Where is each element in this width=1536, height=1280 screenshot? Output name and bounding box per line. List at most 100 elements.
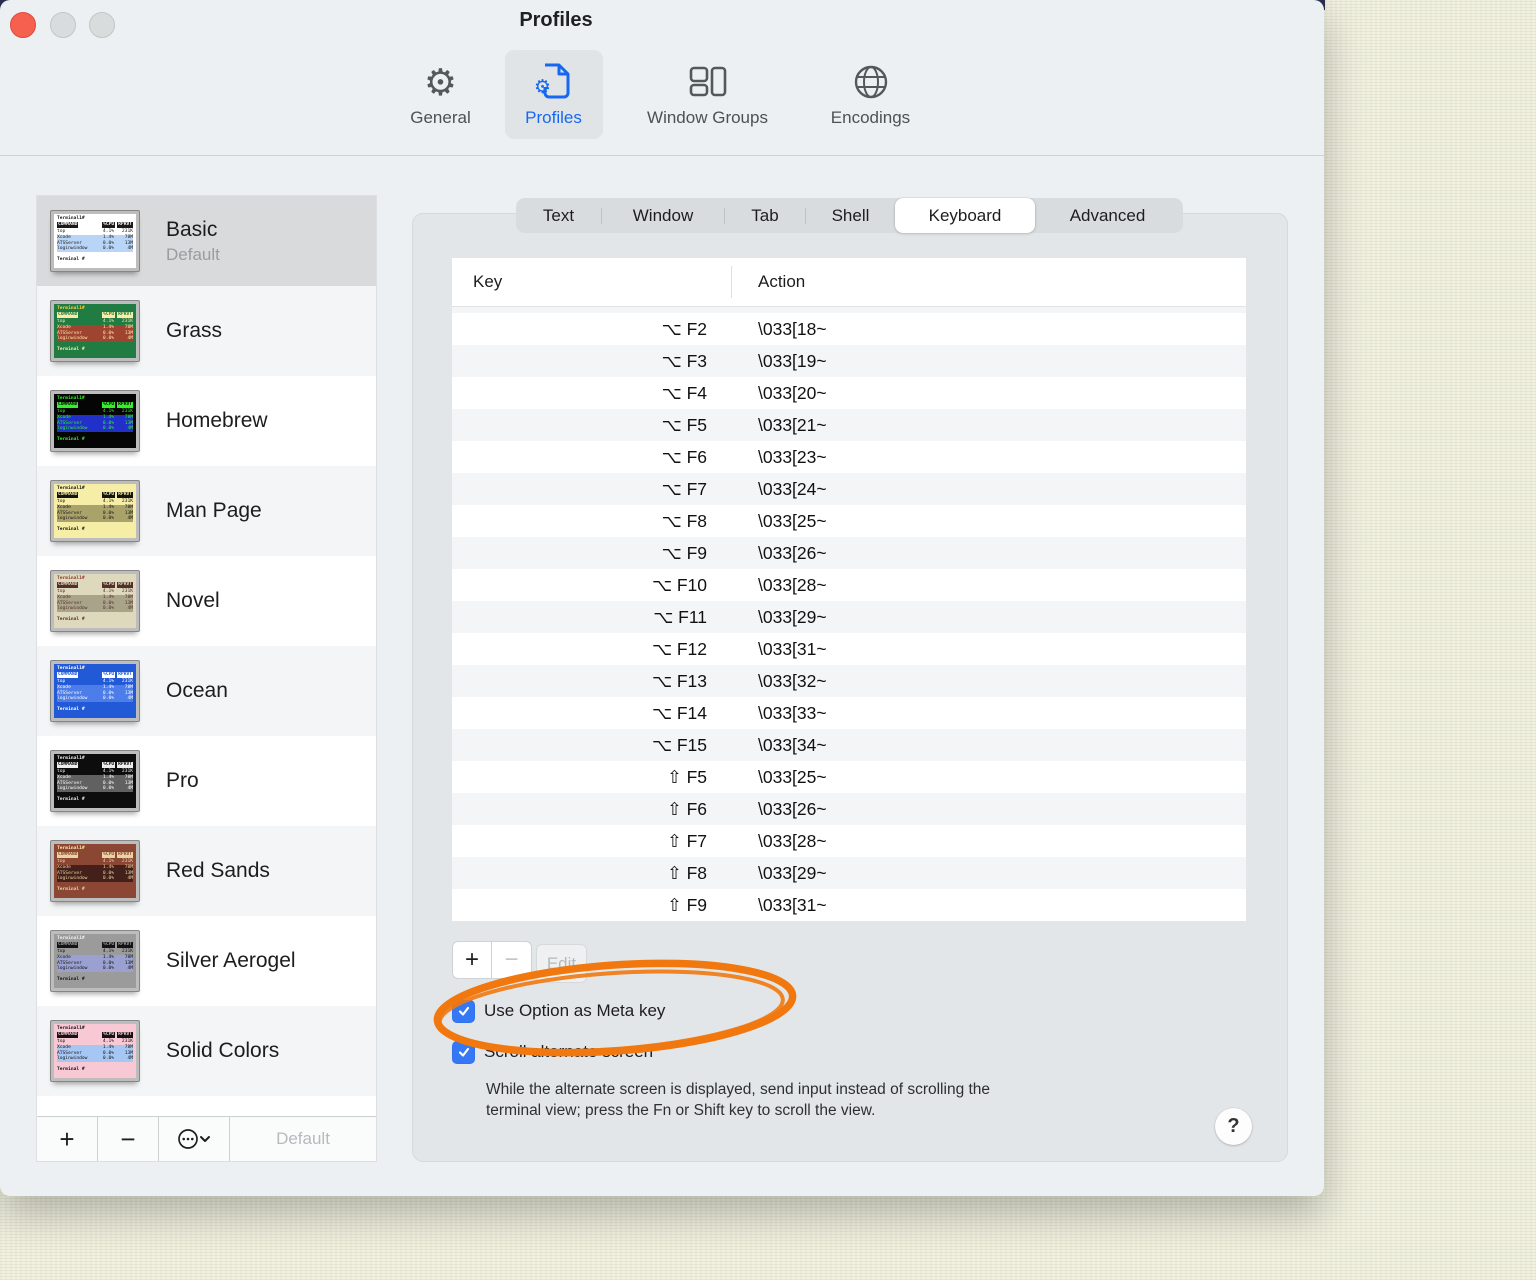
profile-list: Terminal1# COMMAND %CPU RPRVT top 4.1% 231K X… xyxy=(37,196,376,1117)
key-mapping-row[interactable]: ⌥ F2 \033[18~ xyxy=(452,313,1246,345)
key-mapping-row[interactable]: ⌥ F8 \033[25~ xyxy=(452,505,1246,537)
thumb-footer: Terminal # xyxy=(57,887,85,893)
profile-thumbnail: Terminal1# COMMAND %CPU RPRVT top 4.1% 231K X… xyxy=(50,390,140,452)
thumb-header: COMMAND %CPU RPRVT xyxy=(57,581,133,588)
key-cell: ⇧ F9 xyxy=(667,894,707,915)
action-cell: \033[23~ xyxy=(758,446,827,467)
action-cell: \033[24~ xyxy=(758,478,827,499)
key-mapping-row[interactable]: ⌥ F5 \033[21~ xyxy=(452,409,1246,441)
profile-list-item[interactable]: Terminal1# COMMAND %CPU RPRVT top 4.1% 231K X… xyxy=(37,826,376,916)
scroll-alternate-screen-row: Scroll alternate screen xyxy=(452,1040,653,1064)
action-cell: \033[21~ xyxy=(758,414,827,435)
key-cell: ⌥ F5 xyxy=(661,414,707,435)
profile-name: Ocean xyxy=(166,679,228,702)
key-mapping-row[interactable]: ⇧ F9 \033[31~ xyxy=(452,889,1246,921)
toolbar-item-window-groups[interactable]: Window Groups xyxy=(622,50,794,139)
profile-text: Solid Colors xyxy=(166,1039,279,1063)
profile-list-item[interactable]: Terminal1# COMMAND %CPU RPRVT top 4.1% 231K X… xyxy=(37,556,376,646)
key-cell: ⌥ F4 xyxy=(661,382,707,403)
profile-list-item[interactable]: Terminal1# COMMAND %CPU RPRVT top 4.1% 231K X… xyxy=(37,466,376,556)
profile-text: Novel xyxy=(166,589,220,613)
tab-shell[interactable]: Shell xyxy=(806,198,895,233)
key-mapping-row[interactable]: ⇧ F8 \033[29~ xyxy=(452,857,1246,889)
thumb-footer: Terminal # xyxy=(57,977,85,983)
key-mapping-row[interactable]: ⌥ F11 \033[29~ xyxy=(452,601,1246,633)
key-mapping-row[interactable]: ⌥ F7 \033[24~ xyxy=(452,473,1246,505)
tab-keyboard[interactable]: Keyboard xyxy=(895,198,1035,233)
toolbar-item-profiles[interactable]: ⚙ Profiles xyxy=(504,50,603,139)
checkmark-icon xyxy=(458,1047,469,1057)
remove-key-button[interactable]: − xyxy=(492,941,532,979)
tab-tab[interactable]: Tab xyxy=(725,198,805,233)
profile-list-item[interactable]: Terminal1# COMMAND %CPU RPRVT top 4.1% 231K X… xyxy=(37,646,376,736)
key-mapping-row[interactable]: ⌥ F15 \033[34~ xyxy=(452,729,1246,761)
profile-name: Silver Aerogel xyxy=(166,949,296,972)
action-cell: \033[19~ xyxy=(758,350,827,371)
key-cell: ⇧ F8 xyxy=(667,862,707,883)
key-cell: ⌥ F14 xyxy=(651,702,707,723)
key-mapping-table[interactable]: Key Action ⌥ F2 \033[18~ ⌥ F3 \033[19~ ⌥… xyxy=(452,258,1246,921)
profile-list-item[interactable]: Terminal1# COMMAND %CPU RPRVT top 4.1% 231K X… xyxy=(37,196,376,286)
set-default-button[interactable]: Default xyxy=(230,1117,376,1161)
column-divider[interactable] xyxy=(731,266,732,298)
profile-thumbnail: Terminal1# COMMAND %CPU RPRVT top 4.1% 231K X… xyxy=(50,1020,140,1082)
key-mapping-row[interactable]: ⌥ F12 \033[31~ xyxy=(452,633,1246,665)
help-button[interactable]: ? xyxy=(1215,1108,1252,1145)
add-key-button[interactable]: + xyxy=(452,941,492,979)
key-cell: ⌥ F6 xyxy=(661,446,707,467)
key-cell: ⇧ F7 xyxy=(667,830,707,851)
profile-list-item[interactable]: Terminal1# COMMAND %CPU RPRVT top 4.1% 231K X… xyxy=(37,736,376,826)
edit-key-button[interactable]: Edit xyxy=(536,944,587,983)
key-mapping-row[interactable]: ⌥ F10 \033[28~ xyxy=(452,569,1246,601)
action-cell: \033[25~ xyxy=(758,766,827,787)
profile-subtitle: Default xyxy=(166,244,220,264)
thumb-header: COMMAND %CPU RPRVT xyxy=(57,671,133,678)
alternate-screen-help-text: While the alternate screen is displayed,… xyxy=(486,1079,1166,1121)
help-text-line: While the alternate screen is displayed,… xyxy=(486,1081,991,1098)
thumb-header: COMMAND %CPU RPRVT xyxy=(57,221,133,228)
key-mapping-row[interactable]: ⌥ F14 \033[33~ xyxy=(452,697,1246,729)
key-mapping-row[interactable]: ⌥ F9 \033[26~ xyxy=(452,537,1246,569)
key-mapping-row[interactable]: ⌥ F13 \033[32~ xyxy=(452,665,1246,697)
action-cell: \033[26~ xyxy=(758,542,827,563)
profile-name: Pro xyxy=(166,769,199,792)
key-cell: ⌥ F13 xyxy=(651,670,707,691)
use-option-as-meta-key-checkbox[interactable] xyxy=(452,999,475,1023)
key-mapping-row[interactable]: ⇧ F5 \033[25~ xyxy=(452,761,1246,793)
key-mapping-row[interactable]: ⌥ F6 \033[23~ xyxy=(452,441,1246,473)
thumb-footer: Terminal # xyxy=(57,347,85,353)
profile-actions-menu-button[interactable] xyxy=(159,1117,230,1161)
titlebar[interactable]: Profiles xyxy=(0,0,1324,48)
thumb-header: COMMAND %CPU RPRVT xyxy=(57,401,133,408)
profile-tabbar: Text Window Tab Shell Keyboard Advanced xyxy=(516,198,1183,233)
key-mapping-row[interactable]: ⌥ F4 \033[20~ xyxy=(452,377,1246,409)
tab-advanced[interactable]: Advanced xyxy=(1035,198,1180,233)
profile-text: Pro xyxy=(166,769,199,793)
profile-text: Silver Aerogel xyxy=(166,949,296,973)
checkmark-icon xyxy=(458,1006,469,1016)
thumb-footer: Terminal # xyxy=(57,797,85,803)
remove-profile-button[interactable]: − xyxy=(98,1117,159,1161)
profile-document-icon: ⚙ xyxy=(533,57,575,107)
action-cell: \033[29~ xyxy=(758,606,827,627)
thumb-footer: Terminal # xyxy=(57,1067,85,1073)
key-cell: ⌥ F15 xyxy=(651,734,707,755)
profile-list-item[interactable]: Terminal1# COMMAND %CPU RPRVT top 4.1% 231K X… xyxy=(37,286,376,376)
key-cell: ⌥ F8 xyxy=(661,510,707,531)
profile-list-item[interactable]: Terminal1# COMMAND %CPU RPRVT top 4.1% 231K X… xyxy=(37,916,376,1006)
key-mapping-row[interactable]: ⇧ F7 \033[28~ xyxy=(452,825,1246,857)
key-mapping-row[interactable]: ⇧ F6 \033[26~ xyxy=(452,793,1246,825)
add-profile-button[interactable]: + xyxy=(37,1117,98,1161)
tab-text[interactable]: Text xyxy=(516,198,601,233)
toolbar-item-general[interactable]: ⚙ General xyxy=(396,50,486,139)
key-mapping-row[interactable]: ⌥ F3 \033[19~ xyxy=(452,345,1246,377)
scroll-alternate-screen-checkbox[interactable] xyxy=(452,1040,475,1064)
sidebar-footer: + − Default xyxy=(37,1116,376,1161)
tab-window[interactable]: Window xyxy=(602,198,724,233)
thumb-process-row: loginwindow 0.0% 4M xyxy=(57,696,133,703)
profile-list-item[interactable]: Terminal1# COMMAND %CPU RPRVT top 4.1% 231K X… xyxy=(37,1006,376,1096)
toolbar-item-encodings[interactable]: Encodings xyxy=(813,50,929,139)
gear-icon: ⚙ xyxy=(423,60,458,104)
thumb-footer: Terminal # xyxy=(57,437,85,443)
profile-list-item[interactable]: Terminal1# COMMAND %CPU RPRVT top 4.1% 231K X… xyxy=(37,376,376,466)
